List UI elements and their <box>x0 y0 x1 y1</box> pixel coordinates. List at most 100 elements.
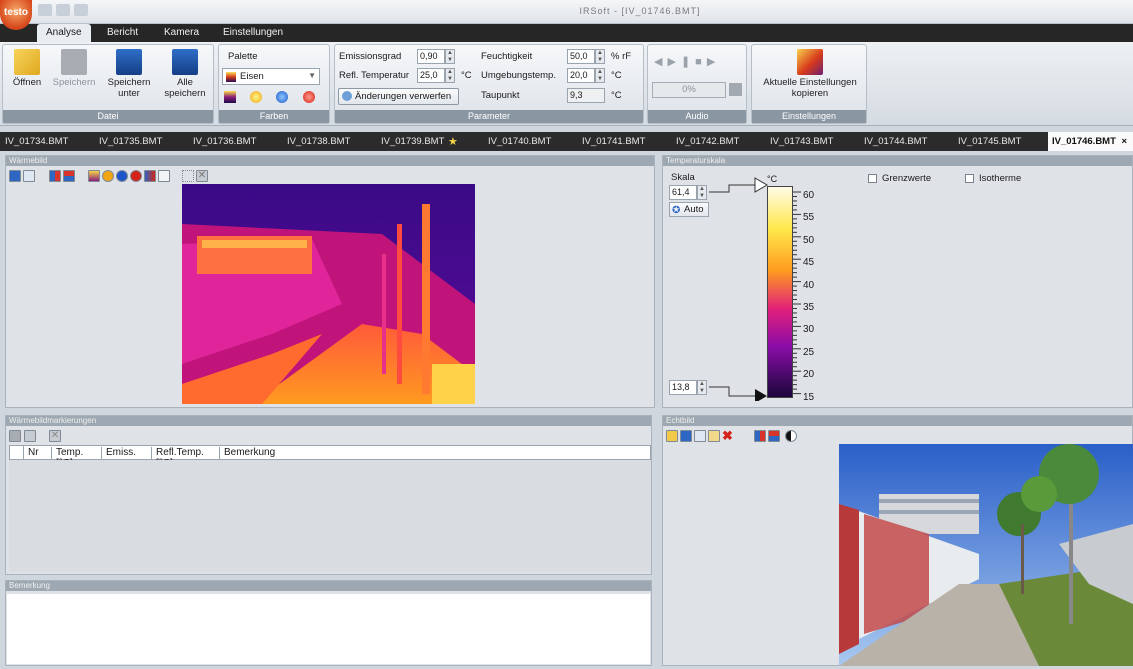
color-blue-icon[interactable] <box>276 91 288 103</box>
copy-settings-button[interactable]: Aktuelle Einstellungen kopieren <box>754 45 866 99</box>
bemerkung-textarea[interactable] <box>7 594 650 664</box>
save-icon[interactable] <box>680 430 692 442</box>
palette-value: Eisen <box>240 71 264 82</box>
copy-icon[interactable] <box>694 430 706 442</box>
ambient-input[interactable]: 20,0 <box>567 68 595 83</box>
open-button[interactable]: Öffnen <box>7 45 47 88</box>
file-tab[interactable]: IV_01735.BMT <box>99 132 162 151</box>
pause-icon[interactable]: ❚ <box>681 56 695 68</box>
tab-kamera[interactable]: Kamera <box>155 24 208 42</box>
forward-icon[interactable]: ▶ <box>707 56 720 68</box>
copy-icon[interactable] <box>23 170 35 182</box>
audio-save-icon[interactable] <box>729 83 742 96</box>
contrast-icon[interactable] <box>785 430 797 442</box>
color-red-icon[interactable] <box>303 91 315 103</box>
file-tab[interactable]: IV_01736.BMT <box>193 132 256 151</box>
column-header[interactable]: Temp. [°C] <box>56 447 102 469</box>
file-tab[interactable]: IV_01744.BMT <box>864 132 927 151</box>
file-tab[interactable]: IV_01741.BMT <box>582 132 645 151</box>
panel-waermebild: Wärmebild ✕ <box>5 155 655 408</box>
palette-select[interactable]: Eisen ▼ <box>222 68 320 85</box>
scale-max-input[interactable]: 61,4 <box>669 185 697 200</box>
tick-label: 40 <box>803 279 815 291</box>
real-image[interactable] <box>839 444 1133 666</box>
tab-analyse[interactable]: Analyse <box>37 24 91 42</box>
rewind-icon[interactable]: ◀ <box>654 56 667 68</box>
play-icon[interactable]: ▶ <box>667 56 680 68</box>
file-tab[interactable]: IV_01743.BMT <box>770 132 833 151</box>
group-audio: ◀▶❚■▶ 0% Audio <box>647 44 747 124</box>
refl-spinner[interactable]: ▲ ▼ <box>445 68 455 83</box>
tick-label: 60 <box>803 190 815 201</box>
humidity-spinner[interactable]: ▲ ▼ <box>595 49 605 64</box>
file-tab[interactable]: IV_01739.BMT <box>381 132 444 151</box>
file-tab[interactable]: IV_01740.BMT <box>488 132 551 151</box>
tick-label: 50 <box>803 234 815 246</box>
scale-ticks <box>793 191 801 395</box>
point-marker-icon[interactable] <box>130 170 142 182</box>
audio-controls: ◀▶❚■▶ <box>654 55 720 68</box>
close-icon[interactable]: × <box>1122 136 1128 147</box>
grenzwerte-checkbox[interactable] <box>868 174 877 183</box>
scale-color-icon[interactable] <box>88 170 100 182</box>
profile-icon[interactable] <box>158 170 170 182</box>
panel-echtbild: Echtbild ✖ <box>662 415 1133 666</box>
flip-icon[interactable] <box>768 430 780 442</box>
copy-icon[interactable] <box>24 430 36 442</box>
grenzwerte-label: Grenzwerte <box>882 173 932 184</box>
humidity-label: Feuchtigkeit <box>481 51 533 62</box>
isotherme-checkbox[interactable] <box>965 174 974 183</box>
quick-undo-icon[interactable] <box>56 4 70 16</box>
column-header[interactable]: Emiss. <box>106 447 152 459</box>
ambient-unit: °C <box>611 70 622 81</box>
scale-color-icon[interactable] <box>224 91 236 103</box>
column-header[interactable]: Refl.Temp. [°C] <box>156 447 220 469</box>
select-area-icon[interactable] <box>182 170 194 182</box>
mirror-icon[interactable] <box>49 170 61 182</box>
auto-button[interactable]: ✪ Auto <box>669 202 709 217</box>
color-yellow-icon[interactable] <box>250 91 262 103</box>
quick-save-icon[interactable] <box>38 4 52 16</box>
thermal-image[interactable] <box>182 184 475 404</box>
folder-icon[interactable] <box>666 430 678 442</box>
ambient-spinner[interactable]: ▲ ▼ <box>595 68 605 83</box>
tab-einstellungen[interactable]: Einstellungen <box>214 24 292 42</box>
mirror-icon[interactable] <box>754 430 766 442</box>
humidity-input[interactable]: 50,0 <box>567 49 595 64</box>
save-icon[interactable] <box>9 430 21 442</box>
histogram-icon[interactable] <box>144 170 156 182</box>
ambient-label: Umgebungstemp. <box>481 70 556 81</box>
column-header[interactable]: Bemerkung <box>224 447 304 459</box>
stop-icon[interactable]: ■ <box>695 56 707 68</box>
refl-input[interactable]: 25,0 <box>417 68 445 83</box>
tab-bericht[interactable]: Bericht <box>98 24 147 42</box>
column-header[interactable]: Nr <box>28 447 52 459</box>
file-tab[interactable]: IV_01745.BMT <box>958 132 1021 151</box>
save-icon[interactable] <box>9 170 21 182</box>
group-caption: Einstellungen <box>752 110 866 123</box>
save-all-button[interactable]: Alle speichern <box>159 45 211 99</box>
file-tab-active[interactable]: IV_01746.BMT × <box>1048 132 1133 151</box>
file-tab[interactable]: IV_01738.BMT <box>287 132 350 151</box>
flip-icon[interactable] <box>63 170 75 182</box>
delete-icon[interactable]: ✕ <box>49 430 61 442</box>
file-tab[interactable]: IV_01734.BMT <box>5 132 68 151</box>
delete-icon[interactable]: ✖ <box>722 429 736 443</box>
discard-changes-button[interactable]: Änderungen verwerfen <box>338 88 459 105</box>
file-tab[interactable]: IV_01742.BMT <box>676 132 739 151</box>
save-as-button[interactable]: Speichern unter <box>103 45 155 99</box>
point-cold-icon[interactable] <box>116 170 128 182</box>
quick-redo-icon[interactable] <box>74 4 88 16</box>
panel-bemerkung: Bemerkung <box>5 580 652 666</box>
scale-min-spinner[interactable]: ▲ ▼ <box>697 380 707 395</box>
scale-min-input[interactable]: 13,8 <box>669 380 697 395</box>
save-button[interactable]: Speichern <box>51 45 97 88</box>
emission-spinner[interactable]: ▲ ▼ <box>445 49 455 64</box>
delete-icon[interactable]: ✕ <box>196 170 208 182</box>
scale-max-spinner[interactable]: ▲ ▼ <box>697 185 707 200</box>
point-hot-icon[interactable] <box>102 170 114 182</box>
emission-input[interactable]: 0,90 <box>417 49 445 64</box>
paste-icon[interactable] <box>708 430 720 442</box>
panel-header: Bemerkung <box>6 581 651 591</box>
min-handle-icon <box>755 389 767 401</box>
